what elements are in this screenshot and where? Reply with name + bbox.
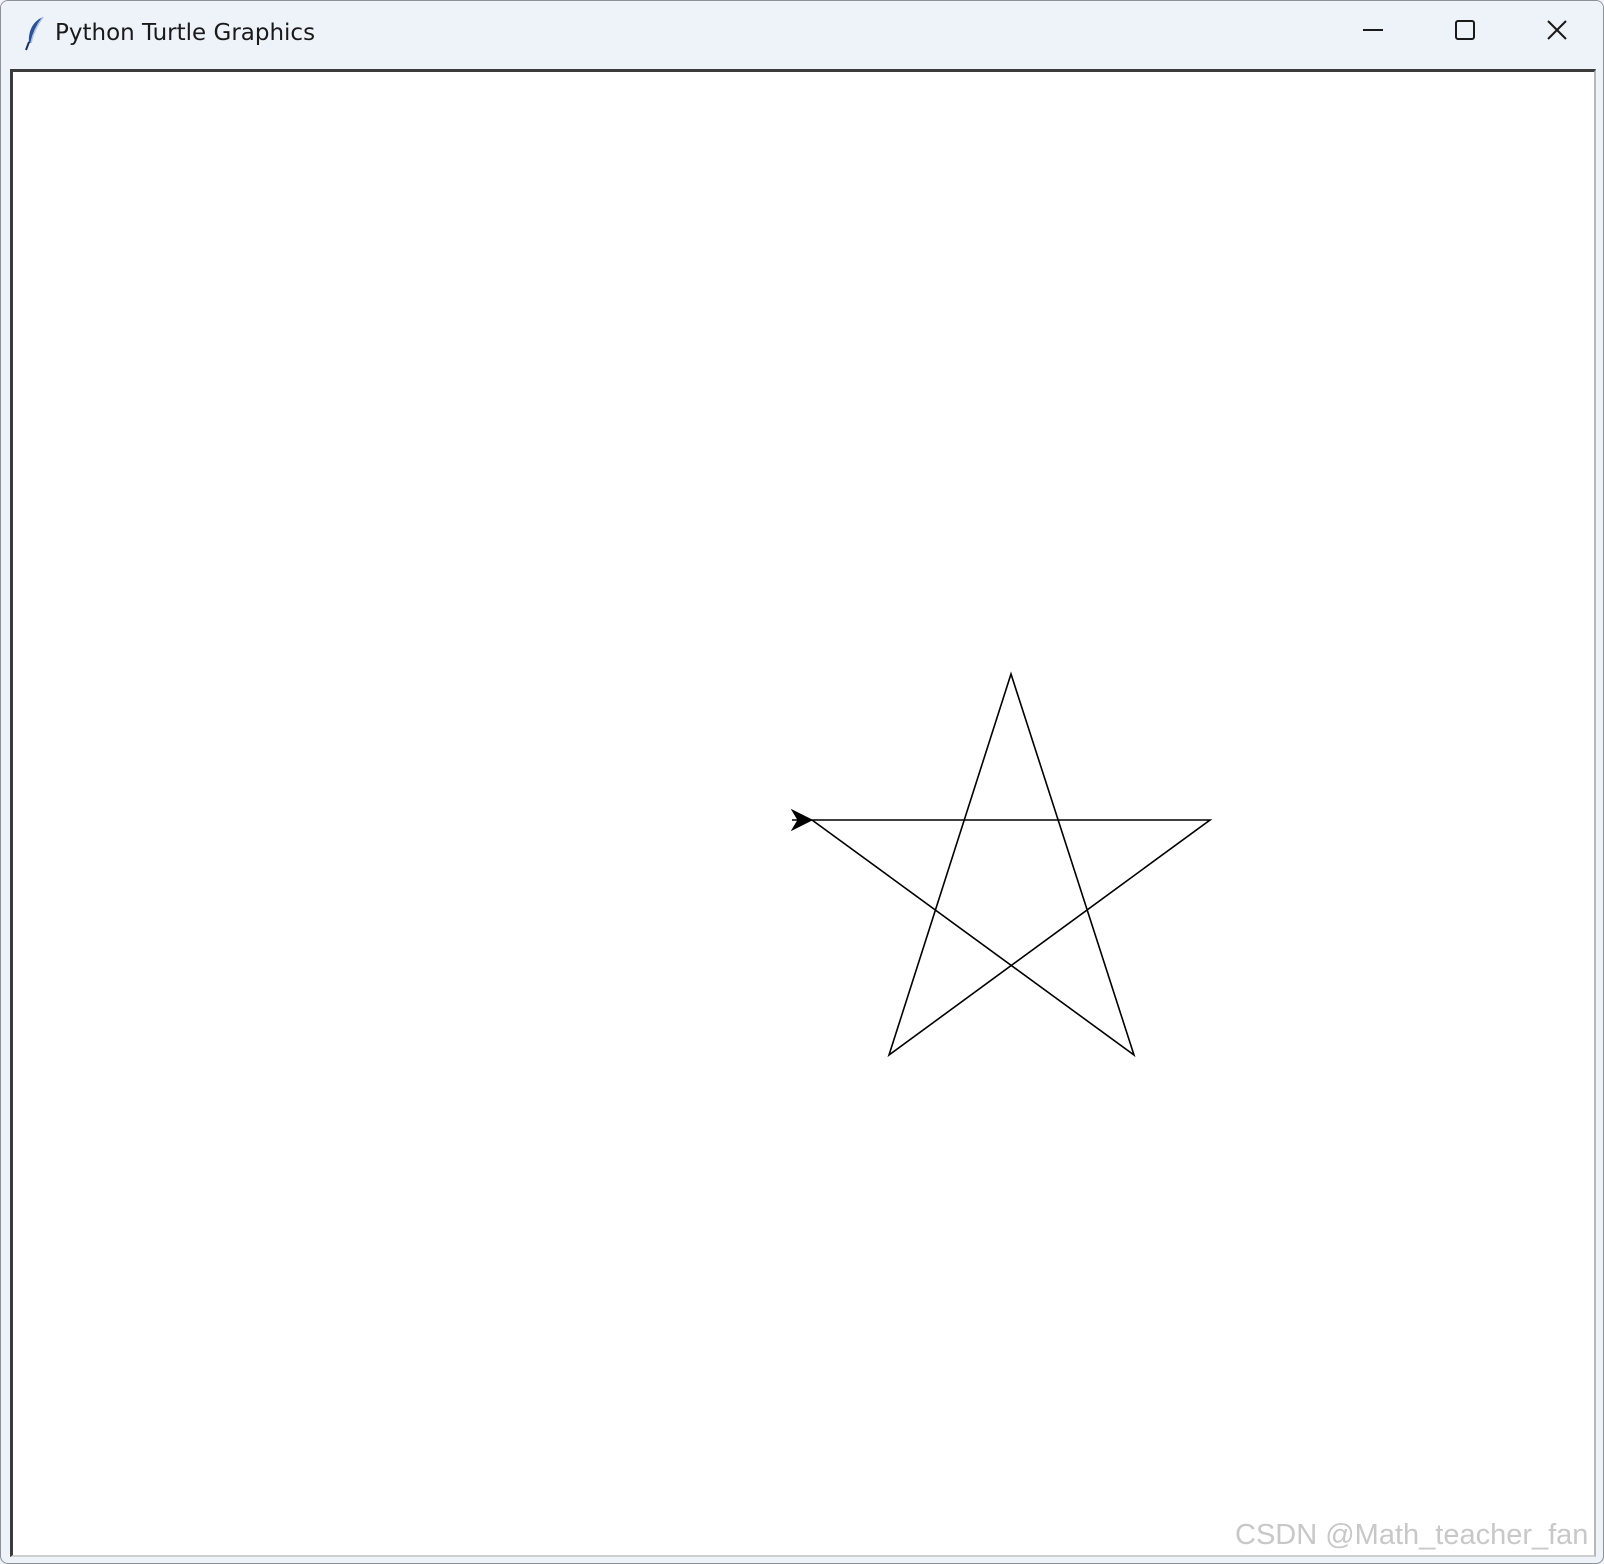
close-button[interactable] [1511,1,1603,63]
drawing-surface [790,671,1213,1058]
window-title: Python Turtle Graphics [55,20,316,46]
star-path [792,671,1213,1058]
watermark: CSDN @Math_teacher_fan [1235,1519,1589,1551]
maximize-icon [1453,18,1477,46]
turtle-window: Python Turtle Graphics CSDN @Math_teache… [0,0,1604,1564]
title-bar[interactable]: Python Turtle Graphics [1,1,1603,67]
turtle-canvas[interactable] [10,69,1596,1557]
close-icon [1545,18,1569,46]
minimize-button[interactable] [1327,1,1419,63]
minimize-icon [1361,18,1385,46]
maximize-button[interactable] [1419,1,1511,63]
feather-icon [23,15,47,51]
